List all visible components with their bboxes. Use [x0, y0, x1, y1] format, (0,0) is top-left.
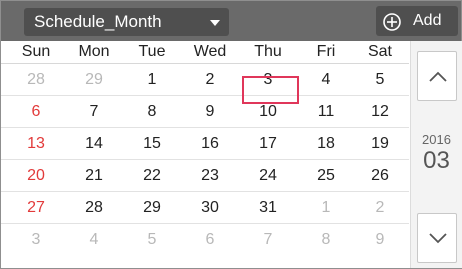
- week-row: 6 7 8 9 10 11 12: [1, 96, 409, 128]
- day-cell[interactable]: 7: [239, 224, 297, 255]
- add-button-label: Add: [413, 12, 442, 29]
- selected-day-highlight: [242, 76, 299, 104]
- week-row: 28 29 1 2 3 4 5: [1, 64, 409, 96]
- day-cell[interactable]: 9: [181, 96, 239, 127]
- day-cell[interactable]: 12: [351, 96, 409, 127]
- day-cell[interactable]: 29: [65, 64, 123, 95]
- day-cell[interactable]: 25: [297, 160, 355, 191]
- day-cell[interactable]: 1: [297, 192, 355, 223]
- day-cell[interactable]: 28: [7, 64, 65, 95]
- day-cell[interactable]: 11: [297, 96, 355, 127]
- day-cell[interactable]: 2: [351, 192, 409, 223]
- day-cell[interactable]: 9: [351, 224, 409, 255]
- week-row: 3 4 5 6 7 8 9: [1, 224, 409, 255]
- weekday-wed: Wed: [193, 43, 227, 60]
- day-cell[interactable]: 19: [351, 128, 409, 159]
- day-cell[interactable]: 22: [123, 160, 181, 191]
- month-label: 03: [423, 147, 450, 174]
- day-cell[interactable]: 31: [239, 192, 297, 223]
- week-row: 27 28 29 30 31 1 2: [1, 192, 409, 224]
- day-cell[interactable]: 24: [239, 160, 297, 191]
- day-cell[interactable]: 16: [181, 128, 239, 159]
- caret-down-icon: [210, 20, 220, 26]
- day-cell[interactable]: 6: [181, 224, 239, 255]
- month-grid: Sun Mon Tue Wed Thu Fri Sat 28 29 1 2 3 …: [1, 41, 409, 268]
- day-cell[interactable]: 26: [351, 160, 409, 191]
- weekday-mon: Mon: [78, 43, 110, 60]
- day-cell[interactable]: 21: [65, 160, 123, 191]
- chevron-down-icon: [429, 233, 447, 244]
- month-navigator: 2016 03: [410, 41, 462, 268]
- view-select-dropdown[interactable]: Schedule_Month: [24, 8, 229, 36]
- day-cell[interactable]: 28: [65, 192, 123, 223]
- day-cell[interactable]: 4: [65, 224, 123, 255]
- weekday-sun: Sun: [21, 43, 51, 60]
- weekday-tue: Tue: [138, 43, 166, 60]
- day-cell[interactable]: 17: [239, 128, 297, 159]
- week-row: 13 14 15 16 17 18 19: [1, 128, 409, 160]
- add-button[interactable]: Add: [376, 6, 458, 36]
- day-cell[interactable]: 30: [181, 192, 239, 223]
- day-cell[interactable]: 18: [297, 128, 355, 159]
- day-cell[interactable]: 27: [7, 192, 65, 223]
- weekday-fri: Fri: [316, 43, 336, 60]
- toolbar: Schedule_Month Add: [1, 1, 461, 41]
- day-cell[interactable]: 20: [7, 160, 65, 191]
- day-cell[interactable]: 4: [297, 64, 355, 95]
- view-select-label: Schedule_Month: [34, 12, 162, 31]
- week-row: 20 21 22 23 24 25 26: [1, 160, 409, 192]
- plus-circle-icon: [383, 13, 401, 31]
- day-cell[interactable]: 5: [123, 224, 181, 255]
- chevron-up-icon: [429, 71, 447, 82]
- weekday-header-row: Sun Mon Tue Wed Thu Fri Sat: [1, 41, 409, 64]
- day-cell[interactable]: 14: [65, 128, 123, 159]
- previous-month-button[interactable]: [417, 51, 457, 101]
- next-month-button[interactable]: [417, 213, 457, 263]
- day-cell[interactable]: 8: [297, 224, 355, 255]
- day-cell[interactable]: 23: [181, 160, 239, 191]
- weekday-thu: Thu: [254, 43, 282, 60]
- day-cell[interactable]: 2: [181, 64, 239, 95]
- day-cell[interactable]: 1: [123, 64, 181, 95]
- day-cell[interactable]: 15: [123, 128, 181, 159]
- day-cell[interactable]: 5: [351, 64, 409, 95]
- day-cell[interactable]: 7: [65, 96, 123, 127]
- day-cell[interactable]: 3: [7, 224, 65, 255]
- day-cell[interactable]: 6: [7, 96, 65, 127]
- year-label: 2016: [422, 132, 451, 147]
- weekday-sat: Sat: [367, 43, 392, 60]
- day-cell[interactable]: 13: [7, 128, 65, 159]
- day-cell[interactable]: 8: [123, 96, 181, 127]
- day-cell[interactable]: 29: [123, 192, 181, 223]
